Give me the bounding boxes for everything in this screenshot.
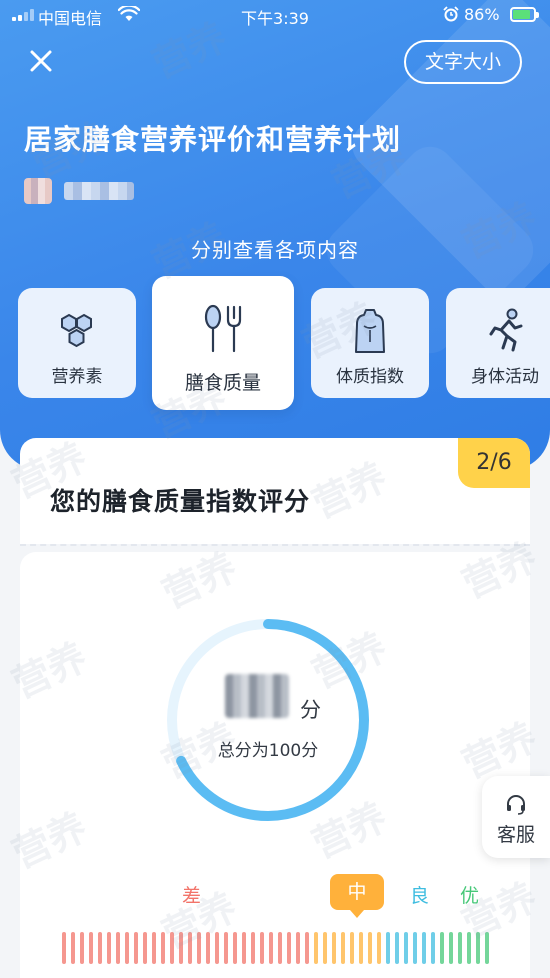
scale-tick <box>269 932 273 964</box>
scale-tick <box>386 932 390 964</box>
scale-tick <box>260 932 264 964</box>
page-badge: 2/6 <box>458 438 530 488</box>
scale-tick <box>458 932 462 964</box>
scale-tick <box>125 932 129 964</box>
card-divider <box>20 544 530 546</box>
battery-percent: 86% <box>464 5 500 24</box>
customer-service-button[interactable]: 客服 <box>482 776 550 858</box>
scale-tick <box>377 932 381 964</box>
scale-tick <box>476 932 480 964</box>
scale-tick <box>188 932 192 964</box>
grade-good: 良 <box>410 885 430 907</box>
scale-tick <box>467 932 471 964</box>
scale-tick <box>89 932 93 964</box>
tab-label: 体质指数 <box>336 367 404 387</box>
grade-excellent: 优 <box>460 885 480 907</box>
scale-tick <box>242 932 246 964</box>
scale-tick <box>170 932 174 964</box>
scale-tick <box>278 932 282 964</box>
tab-label: 营养素 <box>51 367 103 387</box>
scale-tick <box>422 932 426 964</box>
scale-tick <box>80 932 84 964</box>
tab-label: 膳食质量 <box>184 372 261 394</box>
scale-tick <box>251 932 255 964</box>
scale-tick <box>107 932 111 964</box>
tab-nutrients[interactable]: 营养素 <box>18 288 136 398</box>
scale-tick <box>71 932 75 964</box>
scale-tick <box>215 932 219 964</box>
scale-tick <box>314 932 318 964</box>
page-title: 居家膳食营养评价和营养计划 <box>24 123 402 156</box>
scale-tick <box>98 932 102 964</box>
font-size-button[interactable]: 文字大小 <box>404 40 522 84</box>
tab-physical-activity[interactable]: 身体活动 <box>446 288 550 398</box>
scale-tick <box>368 932 372 964</box>
status-bar: 中国电信 下午3:39 86% <box>0 0 550 30</box>
user-name-blurred <box>64 182 134 200</box>
section-subtitle: 分别查看各项内容 <box>191 238 359 262</box>
customer-service-label: 客服 <box>496 824 535 846</box>
scale-tick <box>179 932 183 964</box>
scale-tick <box>296 932 300 964</box>
card-title: 您的膳食质量指数评分 <box>50 487 311 516</box>
scale-tick <box>206 932 210 964</box>
spoon-fork-icon <box>204 304 242 353</box>
scale-tick <box>404 932 408 964</box>
score-card-header: 您的膳食质量指数评分 2/6 <box>20 438 530 544</box>
scale-tick <box>224 932 228 964</box>
close-button[interactable] <box>24 44 58 78</box>
scale-tick <box>62 932 66 964</box>
score-value-blurred <box>225 674 289 718</box>
scale-tick <box>161 932 165 964</box>
scale-tick <box>359 932 363 964</box>
scale-tick <box>134 932 138 964</box>
scale-tick <box>233 932 237 964</box>
scale-tick <box>332 932 336 964</box>
scale-tick <box>323 932 327 964</box>
scale-tick <box>341 932 345 964</box>
grade-poor: 差 <box>182 885 202 907</box>
grade-scale <box>62 932 492 964</box>
scale-tick <box>350 932 354 964</box>
score-total: 总分为100分 <box>217 741 319 761</box>
body-torso-icon <box>355 309 385 353</box>
grade-mid-indicator: 中 <box>330 874 384 918</box>
scale-tick <box>116 932 120 964</box>
scale-tick <box>395 932 399 964</box>
scale-tick <box>449 932 453 964</box>
tab-bmi[interactable]: 体质指数 <box>311 288 429 398</box>
scale-tick <box>413 932 417 964</box>
avatar <box>24 178 52 204</box>
scale-tick <box>143 932 147 964</box>
scale-tick <box>197 932 201 964</box>
scale-tick <box>440 932 444 964</box>
score-unit: 分 <box>300 698 321 722</box>
running-person-icon <box>489 308 523 352</box>
hexagon-cluster-icon <box>61 313 92 348</box>
alarm-icon <box>443 6 459 22</box>
score-ring <box>167 619 369 821</box>
battery-icon <box>510 7 539 22</box>
scale-tick <box>152 932 156 964</box>
scale-tick <box>485 932 489 964</box>
scale-tick <box>287 932 291 964</box>
tab-label: 身体活动 <box>471 367 539 387</box>
tab-diet-quality[interactable]: 膳食质量 <box>152 276 294 410</box>
headset-icon <box>507 795 525 815</box>
scale-tick <box>305 932 309 964</box>
scale-tick <box>431 932 435 964</box>
